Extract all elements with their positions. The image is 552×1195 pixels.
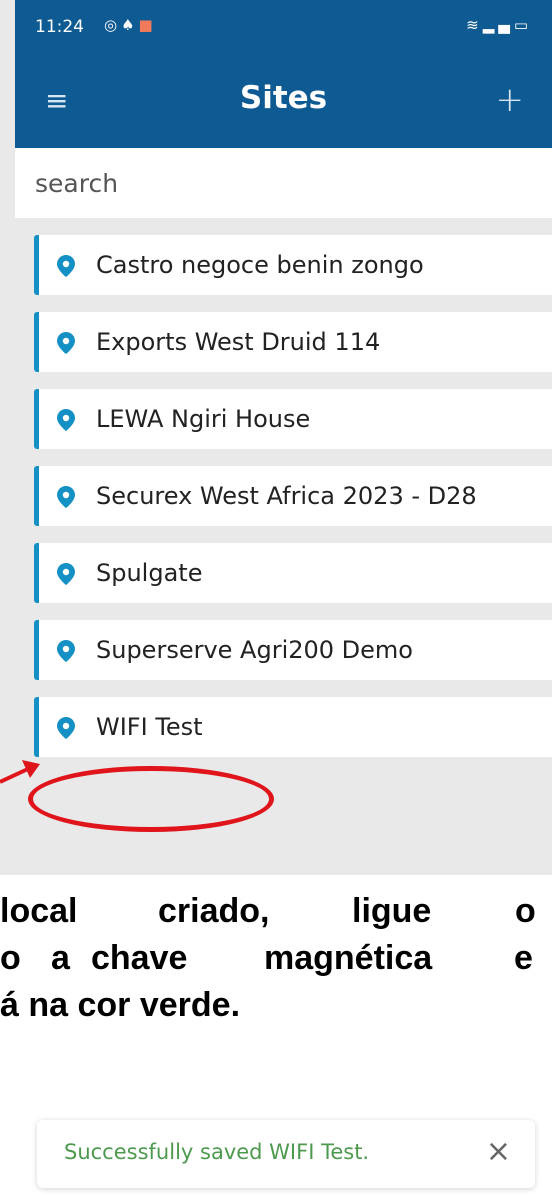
page-title: Sites xyxy=(239,80,328,116)
annotation-highlight-circle xyxy=(28,766,274,832)
site-name: Securex West Africa 2023 - D28 xyxy=(96,482,477,510)
shield-icon: ■ xyxy=(138,16,157,34)
list-item[interactable]: LEWA Ngiri House xyxy=(34,389,552,449)
location-pin-icon xyxy=(57,332,75,354)
list-item[interactable]: Securex West Africa 2023 - D28 xyxy=(34,466,552,526)
system-icons: ≋▂▄▭ xyxy=(466,16,532,34)
search-input[interactable] xyxy=(15,148,552,218)
location-pin-icon xyxy=(57,486,75,508)
caption-word: local xyxy=(0,892,78,930)
site-name: LEWA Ngiri House xyxy=(96,405,311,433)
add-site-button[interactable]: + xyxy=(496,80,525,120)
close-icon[interactable]: × xyxy=(486,1134,511,1170)
list-item[interactable]: Superserve Agri200 Demo xyxy=(34,620,552,680)
caption-word: chave xyxy=(91,939,188,977)
list-item[interactable]: Castro negoce benin zongo xyxy=(34,235,552,295)
site-name: Superserve Agri200 Demo xyxy=(96,636,413,664)
wifi-icon: ≋ xyxy=(466,16,483,34)
toast-message: Successfully saved WIFI Test. xyxy=(64,1140,370,1164)
caption-word: o xyxy=(515,892,536,930)
caption-word: criado, xyxy=(158,892,270,930)
notification-icons: ◎♠■ xyxy=(104,16,157,34)
success-toast: Successfully saved WIFI Test. × xyxy=(37,1120,535,1188)
location-pin-icon xyxy=(57,717,75,739)
signal-icon: ▂▄ xyxy=(482,16,514,34)
status-bar: 11:24 ◎♠■ ≋▂▄▭ xyxy=(15,0,552,58)
site-name: Spulgate xyxy=(96,559,203,587)
list-item[interactable]: Spulgate xyxy=(34,543,552,603)
site-name: WIFI Test xyxy=(96,713,203,741)
site-list: Castro negoce benin zongo Exports West D… xyxy=(34,235,552,774)
caption-word: o xyxy=(0,939,21,977)
site-name: Castro negoce benin zongo xyxy=(96,251,424,279)
caption-word: ligue xyxy=(352,892,432,930)
location-pin-icon xyxy=(57,255,75,277)
caption-word: magnética xyxy=(264,939,433,977)
caption-line-3: á na cor verde. xyxy=(0,986,241,1024)
annotation-arrow xyxy=(0,760,40,784)
whatsapp-icon: ◎ xyxy=(104,16,122,34)
location-pin-icon xyxy=(57,563,75,585)
status-time: 11:24 xyxy=(35,17,84,37)
bell-icon: ♠ xyxy=(121,16,139,34)
app-screen: 11:24 ◎♠■ ≋▂▄▭ ≡ Sites + Castro negoce b… xyxy=(0,0,552,875)
caption-word: e xyxy=(514,939,533,977)
list-item[interactable]: Exports West Druid 114 xyxy=(34,312,552,372)
list-item[interactable]: WIFI Test xyxy=(34,697,552,757)
instruction-caption: local criado, ligue o o a chave magnétic… xyxy=(0,888,552,1088)
caption-word: a xyxy=(51,939,70,977)
app-header: ≡ Sites + xyxy=(15,58,552,148)
location-pin-icon xyxy=(57,409,75,431)
site-name: Exports West Druid 114 xyxy=(96,328,381,356)
location-pin-icon xyxy=(57,640,75,662)
battery-icon: ▭ xyxy=(513,16,532,34)
